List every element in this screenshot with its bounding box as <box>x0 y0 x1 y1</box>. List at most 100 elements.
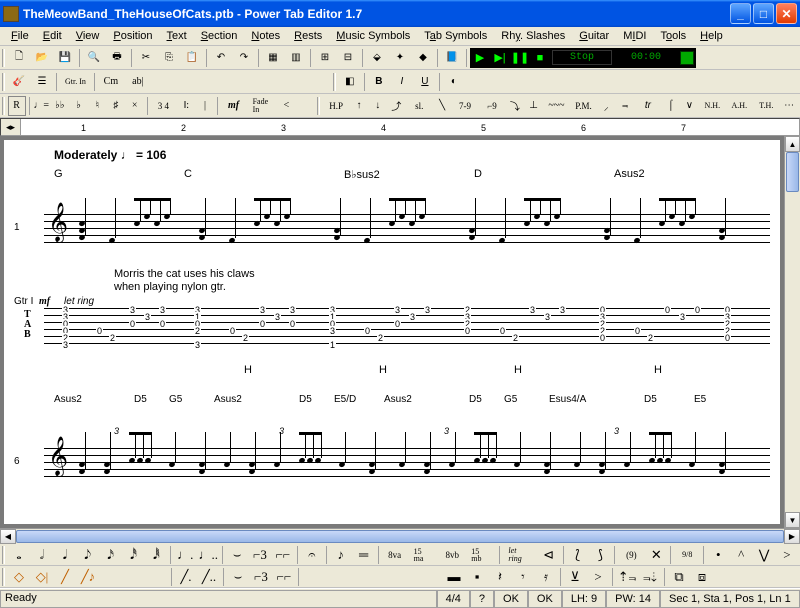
arpeggio-button[interactable]: ⫬ <box>616 96 634 116</box>
marcato-button[interactable]: ^ <box>730 545 752 565</box>
8vb-button[interactable]: 8vb <box>439 545 465 565</box>
tool-button[interactable]: ⟆ <box>589 545 611 565</box>
dsharp-button[interactable]: × <box>126 96 144 116</box>
slash-sixteenth-button[interactable]: ╱𝅯 <box>100 567 122 587</box>
print-preview-button[interactable]: 🔍 <box>83 48 105 68</box>
sharp-button[interactable]: ♯ <box>107 96 125 116</box>
slide9-button[interactable]: ⌐9 <box>479 96 505 116</box>
grouping-button[interactable]: ⌐⌐ <box>272 545 294 565</box>
gtr-in-button[interactable]: Gtr. In <box>60 72 91 92</box>
rest-button[interactable]: ▬ <box>443 567 465 587</box>
undo-button[interactable]: ↶ <box>210 48 232 68</box>
grip-icon[interactable] <box>2 546 5 564</box>
15ma-button[interactable]: 15 ma <box>409 545 439 565</box>
scroll-thumb[interactable] <box>786 152 799 192</box>
play-button[interactable]: ▶ <box>472 50 488 66</box>
underline-button[interactable]: U <box>414 72 436 92</box>
slash-ddotted-button[interactable]: ╱.. <box>198 567 220 587</box>
dotted-button[interactable]: ♩. <box>174 545 196 565</box>
tool-button[interactable]: ◧ <box>339 72 361 92</box>
tremolo-button[interactable]: ⸝ <box>597 96 615 116</box>
sixteenth-note-button[interactable]: 𝅘𝅥𝅯 <box>100 545 122 565</box>
tie-button[interactable]: ⌣ <box>226 545 248 565</box>
scroll-down-button[interactable]: ▼ <box>785 512 800 528</box>
slash-64-button[interactable]: ╱𝅱 <box>146 567 168 587</box>
menu-view[interactable]: View <box>69 28 107 44</box>
rest-button[interactable]: 𝄾 <box>512 567 534 587</box>
slash-whole-button[interactable]: ◇ <box>8 567 30 587</box>
menu-rests[interactable]: Rests <box>287 28 329 44</box>
scroll-left-button[interactable]: ◀ <box>0 529 16 544</box>
tuning-button[interactable]: ☰ <box>31 72 53 92</box>
tool-button[interactable]: ⟅ <box>567 545 589 565</box>
rest-button[interactable]: ▪ <box>466 567 488 587</box>
menu-midi[interactable]: MIDI <box>616 28 653 44</box>
copy-button[interactable]: ⎘ <box>158 48 180 68</box>
menu-help[interactable]: Help <box>693 28 730 44</box>
rest-button[interactable]: 𝄽 <box>489 567 511 587</box>
chord-diagram-button[interactable]: ab| <box>125 72 151 92</box>
pause-button[interactable]: ❚❚ <box>512 50 528 66</box>
scroll-track[interactable] <box>16 529 784 544</box>
scroll-up-button[interactable]: ▲ <box>785 136 800 152</box>
maximize-button[interactable]: □ <box>753 3 774 24</box>
dynamic-button[interactable]: mf <box>221 96 247 116</box>
save-button[interactable]: 💾 <box>54 48 76 68</box>
guitar-button[interactable]: 🎸 <box>8 72 30 92</box>
sforzando-button[interactable]: ⋁ <box>753 545 775 565</box>
cresc-button[interactable]: < <box>278 96 296 116</box>
menu-position[interactable]: Position <box>106 28 159 44</box>
slash-eighth-button[interactable]: ╱♪ <box>77 567 99 587</box>
slide-out-button[interactable]: ⤵ <box>506 96 524 116</box>
cut-button[interactable]: ✂ <box>135 48 157 68</box>
volume-swell-button[interactable]: ⊲ <box>538 545 560 565</box>
grip-icon[interactable] <box>333 73 336 91</box>
quarter-note-button[interactable]: 𝅘𝅥 <box>54 545 76 565</box>
slide-button[interactable]: sl. <box>406 96 432 116</box>
slash-dotted-button[interactable]: ╱. <box>175 567 197 587</box>
tool-button[interactable]: ⊞ <box>314 48 336 68</box>
chord-name-button[interactable]: Cm <box>98 72 124 92</box>
paste-button[interactable]: 📋 <box>181 48 203 68</box>
menu-text[interactable]: Text <box>160 28 194 44</box>
nh-button[interactable]: N.H. <box>699 96 725 116</box>
tool-button[interactable]: 📘 <box>441 48 463 68</box>
letring-button[interactable]: let ring <box>503 545 536 565</box>
tool-button[interactable]: ⧉ <box>668 567 690 587</box>
half-note-button[interactable]: 𝅗𝅥 <box>31 545 53 565</box>
open-button[interactable]: 📂 <box>31 48 53 68</box>
menu-tab-symbols[interactable]: Tab Symbols <box>417 28 494 44</box>
rehearsal-button[interactable]: R <box>8 96 26 116</box>
multirest-button[interactable]: ═ <box>353 545 375 565</box>
barline-button[interactable]: | <box>196 96 214 116</box>
dflat-button[interactable]: ♭♭ <box>51 96 69 116</box>
tool-button[interactable]: ◐ <box>443 72 465 92</box>
accent-button[interactable]: ∨ <box>681 96 699 116</box>
new-button[interactable]: 🗋 <box>8 48 30 68</box>
15mb-button[interactable]: 15 mb <box>466 545 496 565</box>
ruler-ticks[interactable]: 1 2 3 4 5 6 7 <box>21 119 799 135</box>
muted-button[interactable]: ✕ <box>645 545 667 565</box>
vibrato-button[interactable]: ~~~ <box>543 96 569 116</box>
triplet-button[interactable]: ⌐3 <box>249 545 271 565</box>
menu-section[interactable]: Section <box>194 28 245 44</box>
bend-button[interactable]: ⤴ <box>388 96 406 116</box>
tool-button[interactable]: ✦ <box>389 48 411 68</box>
slash-half-button[interactable]: ◇| <box>31 567 53 587</box>
vertical-scrollbar[interactable]: ▲ ▼ <box>784 136 800 528</box>
menu-music-symbols[interactable]: Music Symbols <box>329 28 417 44</box>
grip-icon[interactable] <box>2 568 5 586</box>
staccato-button[interactable]: • <box>707 545 729 565</box>
italic-button[interactable]: I <box>391 72 413 92</box>
print-button[interactable]: 🖶 <box>106 48 128 68</box>
palm-mute-button[interactable]: P.M. <box>570 96 596 116</box>
sixtyfourth-note-button[interactable]: 𝅘𝅥𝅱 <box>145 545 167 565</box>
tool-button[interactable]: > <box>587 567 609 587</box>
tap-button[interactable]: ⊥ <box>525 96 543 116</box>
ghost-note-button[interactable]: (9) <box>618 545 644 565</box>
bold-button[interactable]: B <box>368 72 390 92</box>
tremolo-pick-button[interactable]: ⌠ <box>662 96 680 116</box>
eighth-note-button[interactable]: 𝅘𝅥𝅮 <box>77 545 99 565</box>
hp-button[interactable]: H.P <box>323 96 349 116</box>
double-dotted-button[interactable]: ♩.. <box>197 545 219 565</box>
